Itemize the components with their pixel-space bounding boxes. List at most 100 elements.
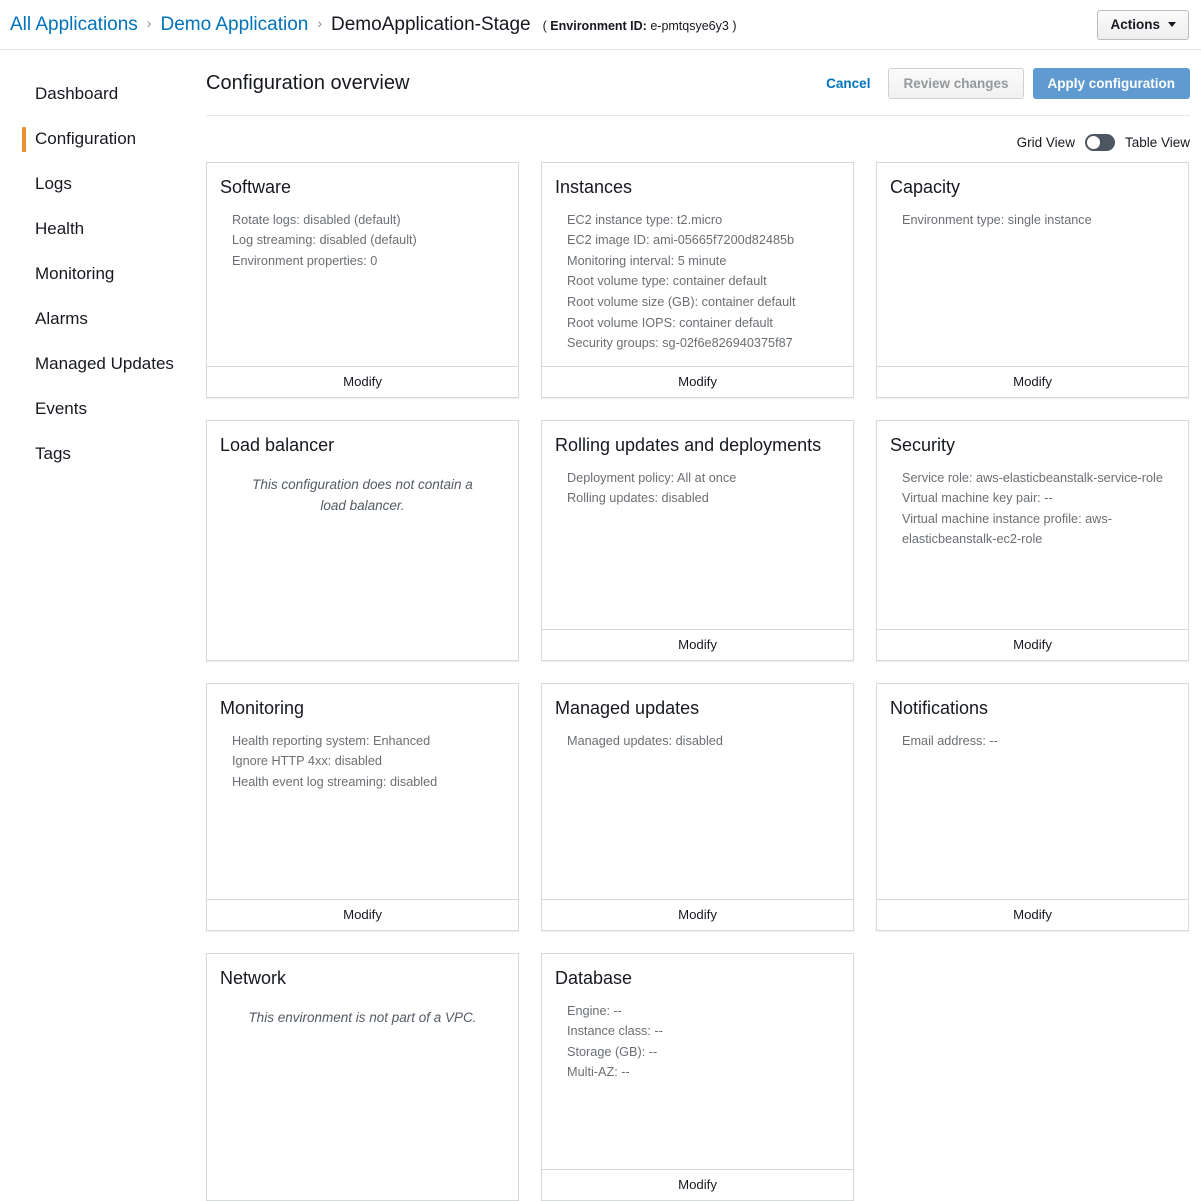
card-title: Security bbox=[890, 435, 956, 455]
card-detail-line: Virtual machine key pair: -- bbox=[902, 491, 1053, 506]
breadcrumb-link-all-applications[interactable]: All Applications bbox=[10, 14, 138, 36]
config-card-network: Network This environment is not part of a… bbox=[206, 953, 519, 1201]
actions-button[interactable]: Actions bbox=[1097, 9, 1189, 40]
toggle-knob-icon bbox=[1086, 136, 1100, 149]
sidebar-item-alarms[interactable]: Alarms bbox=[0, 297, 206, 342]
card-body: Capacity Environment type: single instanc… bbox=[877, 163, 1188, 366]
modify-button[interactable]: Modify bbox=[877, 629, 1188, 660]
card-detail-line: Root volume IOPS: container default bbox=[567, 315, 773, 330]
config-card-managed-updates: Managed updates Managed updates: disabled… bbox=[541, 683, 854, 931]
sidebar-item-tags[interactable]: Tags bbox=[0, 432, 206, 477]
card-detail-line: Engine: -- bbox=[567, 1003, 623, 1018]
card-body: Load balancer This configuration does not… bbox=[207, 421, 518, 660]
apply-configuration-button[interactable]: Apply configuration bbox=[1032, 68, 1190, 99]
card-detail-line: Environment properties: 0 bbox=[232, 253, 378, 268]
sidebar-item-logs[interactable]: Logs bbox=[0, 162, 206, 207]
card-empty-message: This configuration does not contain a lo… bbox=[252, 476, 473, 513]
config-card-rolling-updates-and-deployments: Rolling updates and deployments Deploymen… bbox=[541, 420, 854, 661]
view-mode-toggle[interactable] bbox=[1084, 134, 1115, 151]
card-body: Rolling updates and deployments Deploymen… bbox=[542, 421, 853, 629]
card-title: Managed updates bbox=[555, 698, 700, 718]
sidebar-item-monitoring[interactable]: Monitoring bbox=[0, 252, 206, 297]
card-body: Instances EC2 instance type: t2.micro EC2 … bbox=[542, 163, 853, 366]
config-card-instances: Instances EC2 instance type: t2.micro EC2 … bbox=[541, 162, 854, 398]
card-detail-line: Rolling updates: disabled bbox=[567, 491, 709, 506]
sidebar-item-label: Tags bbox=[35, 443, 71, 463]
card-detail-line: Multi-AZ: -- bbox=[567, 1065, 630, 1080]
card-body: Software Rotate logs: disabled (default) L… bbox=[207, 163, 518, 366]
card-empty-message: This environment is not part of a VPC. bbox=[248, 1009, 477, 1025]
environment-id: ( Environment ID: e-pmtqsye6y3 ) bbox=[543, 19, 737, 33]
card-body: Database Engine: -- Instance class: -- Stor… bbox=[542, 954, 853, 1169]
configuration-card-grid: Software Rotate logs: disabled (default) L… bbox=[206, 162, 1190, 1201]
sidebar-item-label: Events bbox=[35, 398, 87, 418]
breadcrumb: All Applications › Demo Application › De… bbox=[10, 14, 1097, 36]
card-body: Managed updates Managed updates: disabled bbox=[542, 684, 853, 899]
sidebar-item-label: Managed Updates bbox=[35, 353, 174, 373]
modify-button[interactable]: Modify bbox=[542, 629, 853, 660]
sidebar-item-label: Logs bbox=[35, 173, 72, 193]
chevron-down-icon bbox=[1168, 22, 1176, 27]
card-title: Database bbox=[555, 968, 633, 988]
card-detail-line: EC2 image ID: ami-05665f7200d82485b bbox=[567, 233, 795, 248]
config-card-load-balancer: Load balancer This configuration does not… bbox=[206, 420, 519, 661]
page-layout: Dashboard Configuration Logs Health Monitori… bbox=[0, 50, 1201, 1201]
sidebar-item-label: Dashboard bbox=[35, 84, 119, 103]
card-detail-line: Ignore HTTP 4xx: disabled bbox=[232, 754, 382, 769]
modify-button[interactable]: Modify bbox=[877, 899, 1188, 930]
environment-id-paren-open: ( bbox=[542, 18, 547, 33]
card-detail-line: Environment type: single instance bbox=[902, 212, 1092, 227]
table-view-label[interactable]: Table View bbox=[1125, 135, 1190, 150]
environment-id-paren-close: ) bbox=[732, 18, 737, 33]
config-card-database: Database Engine: -- Instance class: -- Stor… bbox=[541, 953, 854, 1201]
config-card-notifications: Notifications Email address: -- Modify bbox=[876, 683, 1189, 931]
sidebar-item-events[interactable]: Events bbox=[0, 387, 206, 432]
card-detail-line: Health reporting system: Enhanced bbox=[232, 733, 431, 748]
main-content: Configuration overview Cancel Review cha… bbox=[206, 50, 1201, 1201]
grid-view-label[interactable]: Grid View bbox=[1017, 135, 1075, 150]
sidebar-item-health[interactable]: Health bbox=[0, 207, 206, 252]
card-detail-line: Root volume size (GB): container default bbox=[567, 295, 796, 310]
environment-id-value: e-pmtqsye6y3 bbox=[650, 18, 729, 33]
card-detail-line: Monitoring interval: 5 minute bbox=[567, 253, 727, 268]
environment-id-label: Environment ID: bbox=[550, 18, 647, 33]
breadcrumb-link-demo-application[interactable]: Demo Application bbox=[160, 14, 308, 36]
card-title: Load balancer bbox=[220, 435, 335, 455]
modify-button[interactable]: Modify bbox=[542, 1169, 853, 1200]
sidebar-item-dashboard[interactable]: Dashboard bbox=[0, 72, 206, 117]
config-card-monitoring: Monitoring Health reporting system: Enhan… bbox=[206, 683, 519, 931]
card-title: Network bbox=[220, 968, 287, 988]
card-body: Network This environment is not part of a… bbox=[207, 954, 518, 1200]
modify-button[interactable]: Modify bbox=[207, 899, 518, 930]
card-detail-line: Managed updates: disabled bbox=[567, 733, 723, 748]
sidebar-item-configuration[interactable]: Configuration bbox=[0, 117, 206, 162]
card-detail-line: Email address: -- bbox=[902, 733, 998, 748]
modify-button[interactable]: Modify bbox=[207, 366, 518, 397]
card-detail-line: Instance class: -- bbox=[567, 1024, 663, 1039]
card-detail-line: Rotate logs: disabled (default) bbox=[232, 212, 401, 227]
card-body: Monitoring Health reporting system: Enhan… bbox=[207, 684, 518, 899]
card-title: Notifications bbox=[890, 698, 989, 718]
sidebar-item-label: Alarms bbox=[35, 308, 88, 328]
card-detail-line: Deployment policy: All at once bbox=[567, 470, 737, 485]
config-card-software: Software Rotate logs: disabled (default) L… bbox=[206, 162, 519, 398]
cancel-link[interactable]: Cancel bbox=[826, 76, 870, 91]
card-body: Security Service role: aws-elasticbeansta… bbox=[877, 421, 1188, 629]
sidebar-nav: Dashboard Configuration Logs Health Monitori… bbox=[0, 50, 206, 476]
card-detail-line: Security groups: sg-02f6e826940375f87 bbox=[567, 336, 793, 351]
card-detail-line: Root volume type: container default bbox=[567, 274, 767, 289]
card-detail-line: Health event log streaming: disabled bbox=[232, 774, 438, 789]
sidebar-item-managed-updates[interactable]: Managed Updates bbox=[0, 342, 206, 387]
modify-button[interactable]: Modify bbox=[542, 366, 853, 397]
top-breadcrumb-bar: All Applications › Demo Application › De… bbox=[0, 0, 1201, 50]
card-detail-line: Virtual machine instance profile: aws-el… bbox=[902, 511, 1112, 547]
card-detail-line: Log streaming: disabled (default) bbox=[232, 233, 417, 248]
card-title: Monitoring bbox=[220, 698, 305, 718]
card-detail-line: Service role: aws-elasticbeanstalk-servi… bbox=[902, 470, 1163, 485]
breadcrumb-separator-icon: › bbox=[146, 14, 152, 31]
actions-button-label: Actions bbox=[1110, 17, 1160, 32]
modify-button[interactable]: Modify bbox=[877, 366, 1188, 397]
sidebar-item-label: Monitoring bbox=[35, 263, 115, 283]
modify-button[interactable]: Modify bbox=[542, 899, 853, 930]
review-changes-button[interactable]: Review changes bbox=[888, 68, 1024, 99]
